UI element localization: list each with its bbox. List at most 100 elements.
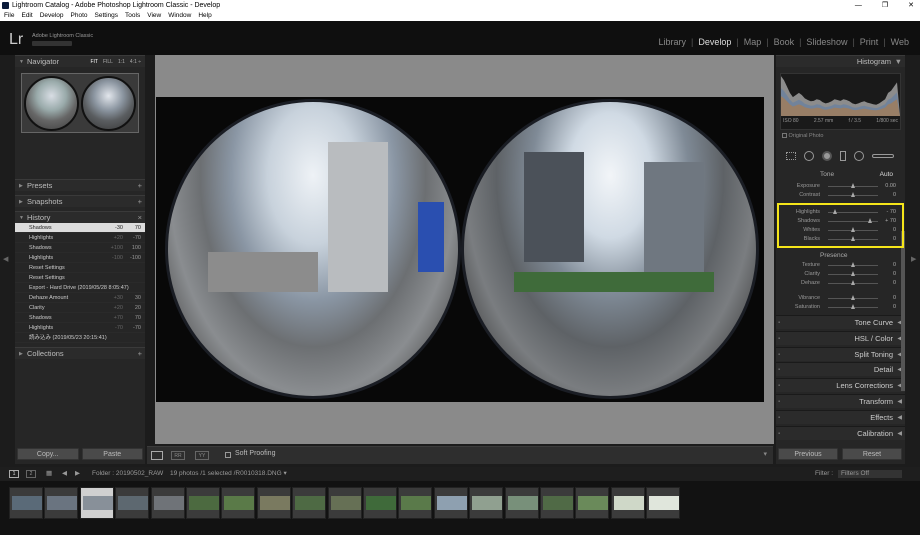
section-split-toning[interactable]: ▪ Split Toning ◀ <box>776 346 905 362</box>
crop-tool-icon[interactable] <box>786 152 796 160</box>
filmstrip-thumbnail[interactable] <box>44 487 79 519</box>
panel-switch-icon[interactable]: ▪ <box>778 379 780 393</box>
zoom-4-1[interactable]: 4:1 ÷ <box>130 56 141 68</box>
history-item[interactable]: Reset Settings <box>15 273 145 283</box>
slider-vibrance[interactable]: Vibrance 0 <box>782 294 900 303</box>
filmstrip-thumbnail[interactable] <box>221 487 256 519</box>
navigator-header[interactable]: ▼ Navigator FIT FILL 1:1 4:1 ÷ <box>15 55 145 67</box>
filmstrip-thumbnail[interactable] <box>327 487 362 519</box>
menu-photo[interactable]: Photo <box>71 11 88 21</box>
image-canvas[interactable] <box>155 55 774 444</box>
slider-texture[interactable]: Texture 0 <box>782 261 900 270</box>
slider-exposure[interactable]: Exposure 0.00 <box>782 182 900 191</box>
filmstrip-thumbnail[interactable] <box>433 487 468 519</box>
original-photo-row[interactable]: Original Photo <box>782 133 823 139</box>
panel-switch-icon[interactable]: ▪ <box>778 363 780 377</box>
section-lens-corrections[interactable]: ▪ Lens Corrections ◀ <box>776 378 905 393</box>
menu-develop[interactable]: Develop <box>40 11 64 21</box>
left-panel-toggle-icon[interactable]: ◀ <box>3 255 8 263</box>
module-print[interactable]: Print <box>855 37 884 47</box>
history-item[interactable]: Clarity +20 20 <box>15 303 145 313</box>
before-after-split-icon[interactable]: YY <box>195 451 209 460</box>
menu-file[interactable]: File <box>4 11 14 21</box>
module-library[interactable]: Library <box>653 37 691 47</box>
filmstrip-thumbnail[interactable] <box>115 487 150 519</box>
slider-saturation[interactable]: Saturation 0 <box>782 303 900 312</box>
history-item[interactable]: Highlights -100 -100 <box>15 253 145 263</box>
panel-switch-icon[interactable]: ▪ <box>778 411 780 425</box>
collections-header[interactable]: ▶ Collections + <box>15 347 145 359</box>
previous-button[interactable]: Previous <box>778 448 838 460</box>
slider-dehaze[interactable]: Dehaze 0 <box>782 279 900 288</box>
slider-value[interactable]: 0 <box>893 294 896 303</box>
history-item[interactable]: Dehaze Amount +30 30 <box>15 293 145 303</box>
maximize-button[interactable]: ❐ <box>882 0 888 11</box>
filmstrip-thumbnail[interactable] <box>186 487 220 519</box>
red-eye-icon[interactable] <box>822 151 832 161</box>
panel-switch-icon[interactable]: ▪ <box>778 316 780 330</box>
back-arrow-icon[interactable]: ◀ <box>62 467 67 481</box>
filmstrip-thumbnail[interactable] <box>256 487 291 519</box>
paste-button[interactable]: Paste <box>81 448 143 460</box>
snapshots-header[interactable]: ▶ Snapshots + <box>15 195 145 207</box>
add-collection-icon[interactable]: + <box>138 348 142 360</box>
filmstrip-thumbnail[interactable] <box>398 487 433 519</box>
soft-proofing-checkbox[interactable] <box>225 452 231 458</box>
adjustment-brush-icon[interactable] <box>872 154 894 158</box>
slider-value[interactable]: 0.00 <box>885 182 896 191</box>
module-web[interactable]: Web <box>886 37 914 47</box>
histogram-header[interactable]: Histogram ▼ <box>776 55 905 67</box>
original-photo-checkbox[interactable] <box>782 133 787 139</box>
toolbar-menu-icon[interactable]: ▾ <box>763 450 767 458</box>
module-slideshow[interactable]: Slideshow <box>801 37 852 47</box>
folder-label[interactable]: Folder : 20190502_RAW <box>92 467 163 481</box>
close-button[interactable]: ✕ <box>908 0 914 11</box>
menu-window[interactable]: Window <box>168 11 191 21</box>
slider-value[interactable]: 0 <box>893 270 896 279</box>
filmstrip-thumbnail[interactable] <box>79 487 114 519</box>
history-item[interactable]: Shadows -30 70 <box>15 223 145 233</box>
zoom-fill[interactable]: FILL <box>103 56 113 68</box>
add-snapshot-icon[interactable]: + <box>138 196 142 208</box>
presets-header[interactable]: ▶ Presets + <box>15 179 145 191</box>
zoom-fit[interactable]: FIT <box>90 56 98 68</box>
radial-filter-icon[interactable] <box>854 151 864 161</box>
reset-button[interactable]: Reset <box>842 448 902 460</box>
history-item[interactable]: Highlights +20 -70 <box>15 233 145 243</box>
section-calibration[interactable]: ▪ Calibration ◀ <box>776 425 905 441</box>
slider-knob[interactable] <box>850 192 855 197</box>
section-transform[interactable]: ▪ Transform ◀ <box>776 394 905 408</box>
section-detail[interactable]: ▪ Detail ◀ <box>776 362 905 377</box>
filmstrip-thumbnail[interactable] <box>363 487 397 519</box>
module-develop[interactable]: Develop <box>693 37 736 47</box>
history-item[interactable]: 読み込み (2019/05/23 20:15:41) <box>15 333 145 343</box>
right-panel-toggle-icon[interactable]: ▶ <box>911 255 916 263</box>
slider-knob[interactable] <box>850 183 855 188</box>
zoom-1-1[interactable]: 1:1 <box>118 56 125 68</box>
add-preset-icon[interactable]: + <box>138 180 142 192</box>
history-item[interactable]: Highlights -70 -70 <box>15 323 145 333</box>
slider-knob[interactable] <box>850 280 855 285</box>
spot-removal-icon[interactable] <box>804 151 814 161</box>
filmstrip-thumbnail[interactable] <box>540 487 574 519</box>
menu-help[interactable]: Help <box>198 11 211 21</box>
filmstrip-thumbnail[interactable] <box>646 487 681 519</box>
slider-knob[interactable] <box>850 295 855 300</box>
navigator-preview[interactable] <box>21 73 139 133</box>
primary-display-button[interactable]: 1 <box>9 470 19 478</box>
panel-switch-icon[interactable]: ▪ <box>778 427 780 441</box>
slider-value[interactable]: 0 <box>893 303 896 312</box>
minimize-button[interactable]: — <box>855 0 862 11</box>
module-map[interactable]: Map <box>739 37 767 47</box>
filmstrip-thumbnail[interactable] <box>469 487 504 519</box>
section-hsl-color[interactable]: ▪ HSL / Color ◀ <box>776 330 905 345</box>
copy-button[interactable]: Copy... <box>17 448 79 460</box>
history-item[interactable]: Reset Settings <box>15 263 145 273</box>
loupe-view-icon[interactable] <box>151 451 163 460</box>
filmstrip-thumbnail[interactable] <box>292 487 327 519</box>
grid-view-icon[interactable]: ▦ <box>46 467 52 481</box>
panel-switch-icon[interactable]: ▪ <box>778 348 780 362</box>
before-after-icon[interactable]: RR <box>171 451 185 460</box>
slider-clarity[interactable]: Clarity 0 <box>782 270 900 279</box>
history-item[interactable]: Export - Hard Drive (2019/05/28 8:05:47) <box>15 283 145 293</box>
